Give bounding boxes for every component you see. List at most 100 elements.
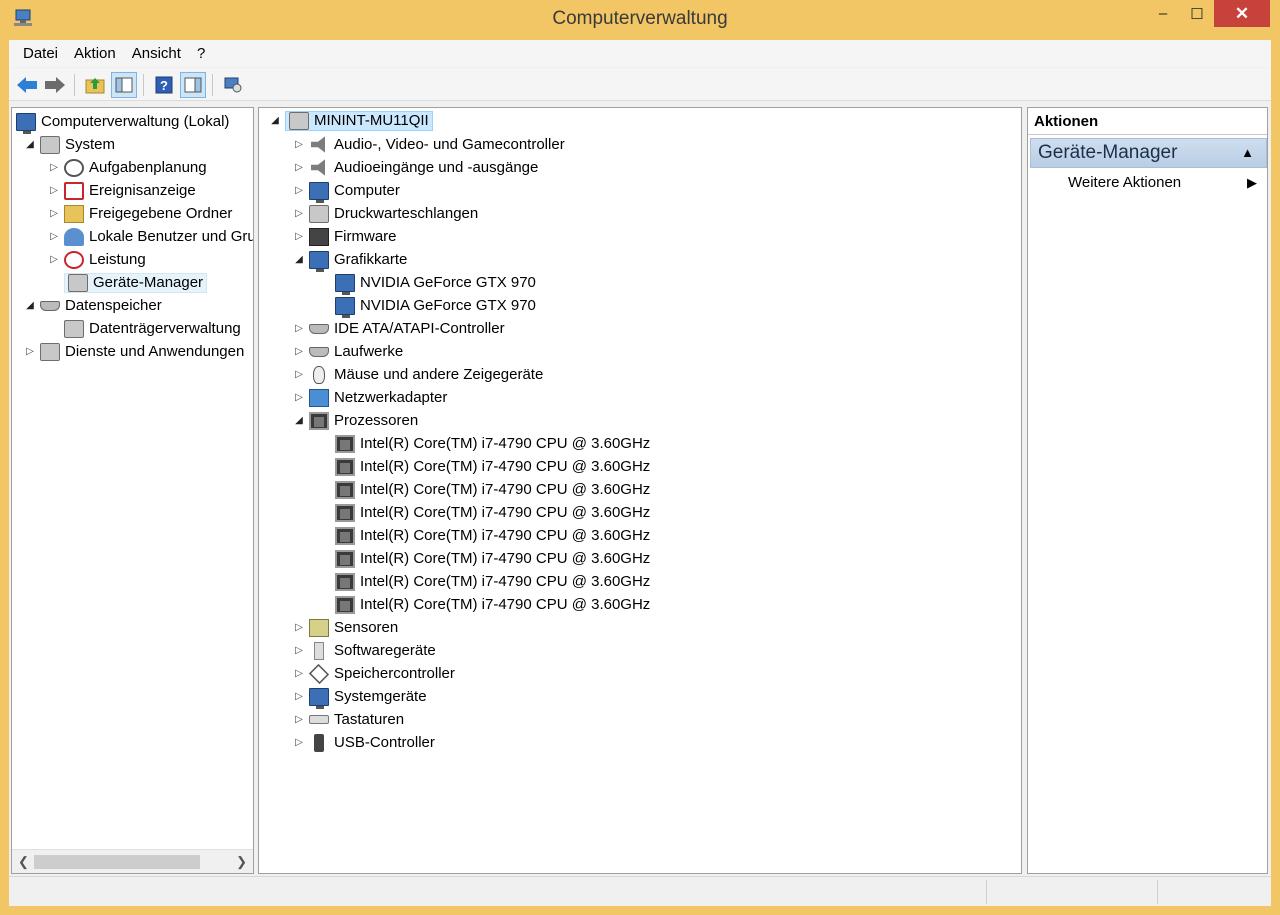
event-viewer-icon: [64, 181, 84, 200]
scroll-right-icon[interactable]: ❯: [236, 854, 247, 870]
processor-icon: [335, 457, 355, 476]
device-category[interactable]: ▷ IDE ATA/ATAPI-Controller: [293, 317, 504, 340]
device-item[interactable]: NVIDIA GeForce GTX 970: [335, 271, 536, 295]
show-hide-tree-button[interactable]: [111, 72, 137, 98]
device-category[interactable]: ▷ Sensoren: [293, 616, 398, 639]
title-bar[interactable]: Computerverwaltung ‒ ☐ ✕: [0, 0, 1280, 40]
device-category[interactable]: ▷ Tastaturen: [293, 708, 404, 731]
maximize-button[interactable]: ☐: [1180, 0, 1214, 27]
action-more-actions[interactable]: Weitere Aktionen ▶: [1028, 173, 1267, 193]
expand-icon[interactable]: ▷: [293, 139, 305, 150]
device-category[interactable]: ▷ Softwaregeräte: [293, 639, 436, 662]
collapse-up-icon[interactable]: ▲: [1241, 139, 1254, 167]
collapse-icon[interactable]: ◢: [293, 415, 305, 426]
help-button[interactable]: ?: [151, 72, 177, 98]
device-category-processors[interactable]: ◢ Prozessoren: [293, 409, 418, 432]
expand-icon[interactable]: ▷: [293, 369, 305, 380]
tree-node-root[interactable]: Computerverwaltung (Lokal): [16, 110, 229, 134]
expand-icon[interactable]: ▷: [293, 668, 305, 679]
expand-icon[interactable]: ▷: [293, 231, 305, 242]
device-item[interactable]: Intel(R) Core(TM) i7-4790 CPU @ 3.60GHz: [335, 501, 650, 524]
menu-ansicht[interactable]: Ansicht: [124, 40, 189, 67]
device-category[interactable]: ▷ Laufwerke: [293, 340, 403, 363]
tree-node-storage[interactable]: ◢ Datenspeicher: [24, 294, 162, 317]
collapse-icon[interactable]: ◢: [24, 300, 36, 311]
menu-aktion[interactable]: Aktion: [66, 40, 124, 67]
expand-icon[interactable]: ▷: [48, 254, 60, 265]
show-hide-action-pane-button[interactable]: [180, 72, 206, 98]
device-category[interactable]: ▷ Druckwarteschlangen: [293, 202, 478, 225]
collapse-icon[interactable]: ◢: [269, 115, 281, 126]
expand-icon[interactable]: ▷: [48, 162, 60, 173]
device-tree-root[interactable]: ◢ MININT-MU11QII: [269, 109, 433, 132]
menu-help[interactable]: ?: [189, 40, 213, 67]
expand-icon[interactable]: ▷: [293, 392, 305, 403]
scrollbar-thumb[interactable]: [34, 855, 200, 869]
device-item[interactable]: Intel(R) Core(TM) i7-4790 CPU @ 3.60GHz: [335, 570, 650, 593]
expand-icon[interactable]: ▷: [293, 162, 305, 173]
device-category[interactable]: ▷ Audio-, Video- und Gamecontroller: [293, 133, 565, 156]
expand-icon[interactable]: ▷: [48, 231, 60, 242]
device-category[interactable]: ▷ Systemgeräte: [293, 685, 427, 709]
minimize-button[interactable]: ‒: [1146, 0, 1180, 27]
device-label: Intel(R) Core(TM) i7-4790 CPU @ 3.60GHz: [360, 458, 651, 475]
scroll-left-icon[interactable]: ❮: [18, 854, 29, 870]
category-label: Firmware: [334, 228, 397, 245]
device-category[interactable]: ▷ Firmware: [293, 225, 397, 248]
collapse-icon[interactable]: ◢: [293, 254, 305, 265]
forward-button[interactable]: [42, 72, 68, 98]
computer-name: MININT-MU11QII: [314, 112, 429, 129]
toolbar-separator: [143, 74, 144, 96]
close-button[interactable]: ✕: [1214, 0, 1270, 27]
tree-node-services[interactable]: ▷ Dienste und Anwendungen: [24, 340, 244, 363]
expand-icon[interactable]: ▷: [293, 622, 305, 633]
tree-node-local-users[interactable]: ▷ Lokale Benutzer und Gruppen: [48, 225, 253, 248]
device-category[interactable]: ▷ Computer: [293, 179, 400, 203]
submenu-arrow-icon: ▶: [1247, 175, 1257, 190]
tree-node-task-scheduler[interactable]: ▷ Aufgabenplanung: [48, 156, 207, 179]
tree-node-device-manager[interactable]: Geräte-Manager: [64, 271, 208, 294]
expand-icon[interactable]: ▷: [293, 737, 305, 748]
tree-node-shared-folders[interactable]: ▷ Freigegebene Ordner: [48, 202, 232, 225]
device-item[interactable]: Intel(R) Core(TM) i7-4790 CPU @ 3.60GHz: [335, 432, 650, 455]
tree-node-label: Datenträgerverwaltung: [89, 320, 241, 337]
device-item[interactable]: Intel(R) Core(TM) i7-4790 CPU @ 3.60GHz: [335, 524, 650, 547]
expand-icon[interactable]: ▷: [293, 185, 305, 196]
device-category[interactable]: ▷ Mäuse und andere Zeigegeräte: [293, 363, 543, 386]
device-item[interactable]: Intel(R) Core(TM) i7-4790 CPU @ 3.60GHz: [335, 593, 650, 616]
device-item[interactable]: Intel(R) Core(TM) i7-4790 CPU @ 3.60GHz: [335, 547, 650, 570]
tree-node-event-viewer[interactable]: ▷ Ereignisanzeige: [48, 179, 196, 202]
expand-icon[interactable]: ▷: [293, 323, 305, 334]
device-item[interactable]: Intel(R) Core(TM) i7-4790 CPU @ 3.60GHz: [335, 478, 650, 501]
device-item[interactable]: NVIDIA GeForce GTX 970: [335, 294, 536, 318]
menu-datei[interactable]: Datei: [15, 40, 66, 67]
expand-icon[interactable]: ▷: [48, 185, 60, 196]
expand-icon[interactable]: ▷: [293, 714, 305, 725]
expand-icon[interactable]: ▷: [24, 346, 36, 357]
sensor-icon: [309, 618, 329, 637]
device-manager-icon: [68, 273, 88, 292]
device-category-graphics[interactable]: ◢ Grafikkarte: [293, 248, 407, 272]
device-category[interactable]: ▷ Audioeingänge und -ausgänge: [293, 156, 538, 179]
actions-section-device-manager[interactable]: Geräte-Manager ▲: [1030, 138, 1267, 168]
expand-icon[interactable]: ▷: [293, 645, 305, 656]
category-label: Druckwarteschlangen: [334, 205, 479, 222]
menu-bar: Datei Aktion Ansicht ?: [9, 40, 1271, 67]
up-button[interactable]: [82, 72, 108, 98]
expand-icon[interactable]: ▷: [293, 691, 305, 702]
back-button[interactable]: [14, 72, 40, 98]
device-category[interactable]: ▷ USB-Controller: [293, 731, 435, 754]
tree-node-system[interactable]: ◢ System: [24, 133, 115, 156]
device-category[interactable]: ▷ Speichercontroller: [293, 662, 455, 685]
expand-icon[interactable]: ▷: [293, 346, 305, 357]
horizontal-scrollbar[interactable]: ❮ ❯: [12, 849, 253, 873]
device-category[interactable]: ▷ Netzwerkadapter: [293, 386, 447, 409]
collapse-icon[interactable]: ◢: [24, 139, 36, 150]
device-item[interactable]: Intel(R) Core(TM) i7-4790 CPU @ 3.60GHz: [335, 455, 650, 478]
properties-button[interactable]: [220, 72, 246, 98]
expand-icon[interactable]: ▷: [48, 208, 60, 219]
tree-node-disk-management[interactable]: Datenträgerverwaltung: [64, 317, 241, 340]
status-bar: [9, 876, 1271, 906]
tree-node-performance[interactable]: ▷ Leistung: [48, 248, 146, 271]
expand-icon[interactable]: ▷: [293, 208, 305, 219]
